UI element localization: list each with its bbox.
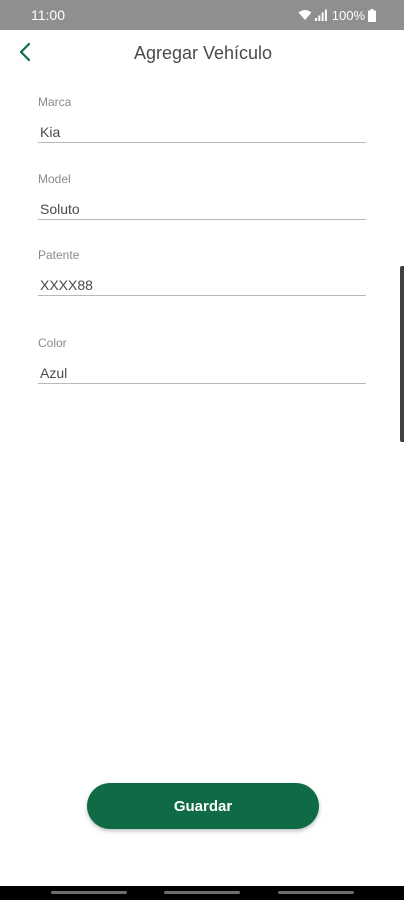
color-input[interactable] (38, 363, 366, 384)
nav-back-handle[interactable] (51, 891, 127, 894)
signal-icon (314, 9, 327, 21)
battery-percent: 100% (331, 7, 365, 23)
nav-home-handle[interactable] (164, 891, 240, 894)
status-time: 11:00 (31, 7, 65, 23)
page-title: Agregar Vehículo (133, 43, 273, 63)
marca-label: Marca (38, 95, 72, 109)
status-bar: 11:00 100% (0, 0, 404, 30)
battery-icon (368, 8, 376, 22)
nav-recents-handle[interactable] (278, 891, 354, 894)
wifi-icon (298, 9, 312, 21)
model-input[interactable] (38, 199, 366, 220)
patente-input[interactable] (38, 275, 366, 296)
status-icons: 100% (298, 7, 376, 23)
marca-input[interactable] (38, 122, 366, 143)
save-button[interactable]: Guardar (87, 783, 319, 829)
field-patente: Patente (38, 248, 366, 296)
field-color: Color (38, 336, 366, 384)
scroll-indicator[interactable] (400, 266, 404, 442)
patente-label: Patente (38, 248, 80, 262)
model-label: Model (38, 172, 71, 186)
field-model: Model (38, 172, 366, 220)
app-bar: Agregar Vehículo (0, 30, 404, 76)
color-label: Color (38, 336, 67, 350)
field-marca: Marca (38, 95, 366, 143)
navigation-bar (0, 886, 404, 900)
